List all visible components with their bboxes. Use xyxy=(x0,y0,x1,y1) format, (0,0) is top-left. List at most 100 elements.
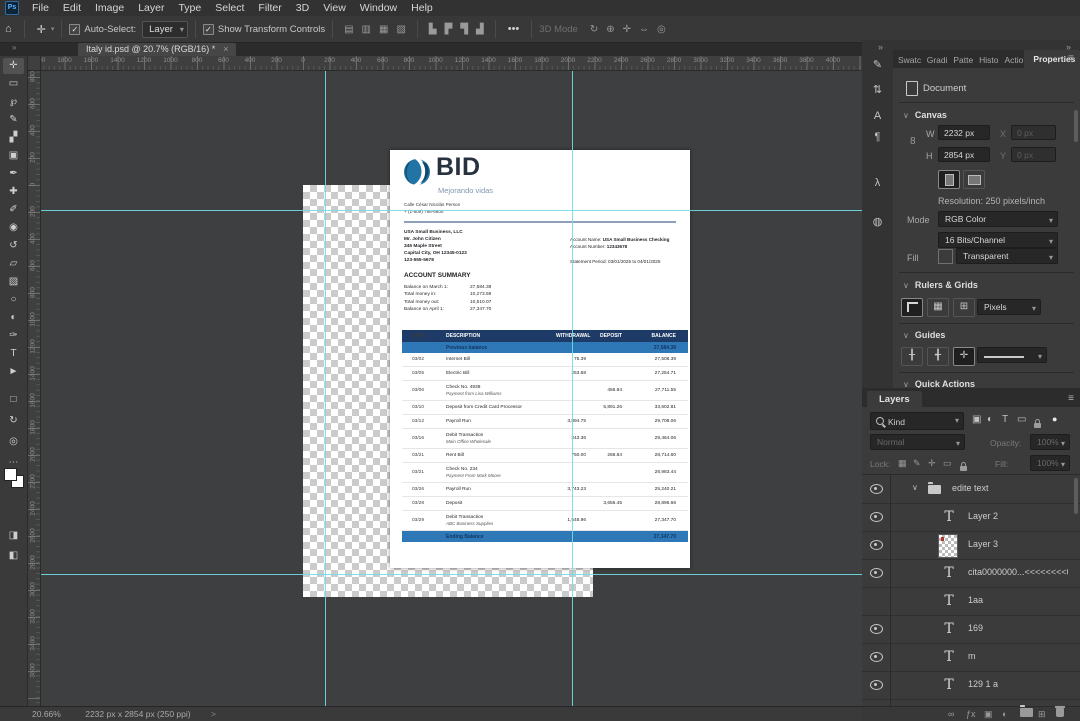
libraries-panel-icon[interactable]: ◍ xyxy=(862,215,893,228)
character-panel-icon[interactable]: A xyxy=(862,110,893,122)
close-tab-icon[interactable]: × xyxy=(223,44,228,54)
layer-row[interactable]: Tcita0000000...<<<<<<<<0 d xyxy=(862,559,1080,587)
lock-option-icon-0[interactable]: ▦ xyxy=(898,458,907,469)
menu-view[interactable]: View xyxy=(316,0,353,16)
align-icon-0[interactable]: ▤ xyxy=(340,24,357,35)
layer-row[interactable]: Tm xyxy=(862,643,1080,671)
visibility-toggle[interactable] xyxy=(862,531,891,559)
canvas-area[interactable]: BID Mejorando vidas Calle César Nicolás … xyxy=(40,70,862,706)
visibility-toggle[interactable] xyxy=(862,503,891,531)
vertical-guide[interactable] xyxy=(325,70,326,706)
vertical-ruler[interactable]: 800 600 400 200 0 200 400 600 800 1000 1200 1400 160… xyxy=(27,70,41,706)
layer-filter-dropdown[interactable]: Kind ▾ xyxy=(870,412,964,430)
rulers-grids-section-header[interactable]: Rulers & Grids xyxy=(903,280,978,290)
layer-mask-icon[interactable]: ▣ xyxy=(984,708,993,720)
tab-histo[interactable]: Histo xyxy=(974,55,999,68)
brush-tool-icon[interactable]: ✐ xyxy=(3,202,24,218)
foreground-color-swatch[interactable] xyxy=(4,468,17,481)
lock-option-icon-3[interactable]: ▭ xyxy=(943,458,952,469)
layer-row[interactable]: Layer 3 xyxy=(862,531,1080,559)
panel-menu-icon[interactable]: ≡ xyxy=(1068,393,1074,404)
filter-type-icon-1[interactable]: ◐ xyxy=(987,414,993,425)
color-swatches[interactable] xyxy=(4,468,24,488)
more-options-icon[interactable]: ••• xyxy=(503,23,525,35)
distribute-icon-3[interactable]: ▟ xyxy=(472,24,488,35)
horizontal-ruler[interactable]: 2000180016001400120010008006004002000200… xyxy=(27,56,862,71)
width-field[interactable]: 2232 px xyxy=(938,125,990,140)
lock-option-icon-2[interactable]: ✛ xyxy=(928,458,936,469)
tab-patte[interactable]: Patte xyxy=(948,55,974,68)
quick-mask-icon[interactable]: ◨ xyxy=(3,528,24,544)
menu-window[interactable]: Window xyxy=(353,0,404,16)
ruler-units-dropdown[interactable]: Pixels xyxy=(977,299,1041,316)
pen-tool-icon[interactable]: ✑ xyxy=(3,328,24,344)
eyedropper-tool-icon[interactable]: ✒ xyxy=(3,166,24,182)
distribute-icon-1[interactable]: ▛ xyxy=(441,24,457,35)
height-field[interactable]: 2854 px xyxy=(938,147,990,162)
layer-row[interactable]: T 169 xyxy=(862,615,1080,643)
layer-row[interactable]: T 1aa xyxy=(862,587,1080,615)
document-tab[interactable]: Italy id.psd @ 20.7% (RGB/16) * × xyxy=(78,42,237,56)
layer-row[interactable]: T 129 1 a xyxy=(862,671,1080,699)
crop-tool-icon[interactable]: ▞ xyxy=(3,130,24,146)
link-layers-icon[interactable]: ∞ xyxy=(948,708,954,720)
gradient-tool-icon[interactable]: ▨ xyxy=(3,274,24,290)
visibility-toggle[interactable] xyxy=(862,671,891,699)
distribute-icon-2[interactable]: ▜ xyxy=(456,24,472,35)
visibility-toggle[interactable] xyxy=(862,559,891,587)
align-icon-1[interactable]: ▥ xyxy=(358,24,375,35)
filter-type-icon-0[interactable]: ▣ xyxy=(972,414,981,425)
show-transform-checkbox[interactable] xyxy=(202,23,214,35)
horizontal-guide[interactable] xyxy=(40,574,862,575)
toolbar-collapse-icon[interactable]: » xyxy=(12,43,17,52)
layer-row[interactable]: ∨ edite text xyxy=(862,475,1080,503)
home-icon[interactable]: ⌂ xyxy=(0,23,17,35)
toggle-rulers-icon[interactable] xyxy=(901,298,923,317)
tab-actio[interactable]: Actio xyxy=(999,55,1024,68)
color-mode-dropdown[interactable]: RGB Color xyxy=(938,211,1058,228)
tab-swatc[interactable]: Swatc xyxy=(893,55,922,68)
status-options-arrow[interactable]: > xyxy=(211,709,216,719)
visibility-toggle[interactable] xyxy=(862,587,891,615)
frame-tool-icon[interactable]: ▣ xyxy=(3,148,24,164)
auto-select-checkbox[interactable] xyxy=(69,23,81,35)
visibility-toggle[interactable] xyxy=(862,643,891,671)
rotate-view-tool-icon[interactable]: ↻ xyxy=(3,413,24,429)
auto-select-target-dropdown[interactable]: Layer xyxy=(142,20,188,38)
history-brush-tool-icon[interactable]: ↺ xyxy=(3,238,24,254)
menu-file[interactable]: File xyxy=(25,0,56,16)
toggle-grid-icon[interactable]: ▦ xyxy=(927,298,949,317)
group-expand-icon[interactable]: ∨ xyxy=(912,483,918,492)
canvas-section-header[interactable]: Canvas xyxy=(903,110,947,120)
fill-dropdown[interactable]: Transparent xyxy=(956,248,1058,265)
lasso-tool-icon[interactable]: ℘ xyxy=(3,94,24,110)
portrait-orientation-button[interactable] xyxy=(938,170,960,189)
quick-selection-tool-icon[interactable]: ✎ xyxy=(3,112,24,128)
guide-option-icon-1[interactable]: ╉ xyxy=(927,347,949,366)
menu-3d[interactable]: 3D xyxy=(289,0,316,16)
panel-menu-icon[interactable]: ≡ xyxy=(1068,53,1074,64)
layers-tab[interactable]: Layers xyxy=(867,391,922,408)
guides-section-header[interactable]: Guides xyxy=(903,330,946,340)
move-tool-icon[interactable]: ✛ xyxy=(3,58,24,74)
clone-stamp-tool-icon[interactable]: ◉ xyxy=(3,220,24,236)
menu-edit[interactable]: Edit xyxy=(56,0,88,16)
guide-option-icon-2[interactable]: ✛ xyxy=(953,347,975,366)
path-select-tool-icon[interactable]: ► xyxy=(3,364,24,380)
bit-depth-dropdown[interactable]: 16 Bits/Channel xyxy=(938,232,1058,249)
move-tool-preset-icon[interactable]: ✛ xyxy=(32,23,51,36)
filter-toggle-icon[interactable]: ● xyxy=(1052,414,1057,424)
lock-option-icon-1[interactable]: ✎ xyxy=(913,458,921,469)
visibility-toggle[interactable] xyxy=(862,475,891,503)
horizontal-guide[interactable] xyxy=(40,210,862,211)
zoom-tool-icon[interactable]: ◎ xyxy=(3,434,24,450)
layer-effects-icon[interactable]: ƒx xyxy=(966,708,976,720)
visibility-toggle[interactable] xyxy=(862,615,891,643)
paragraph-panel-icon[interactable]: ¶ xyxy=(862,131,893,143)
screen-mode-icon[interactable]: ◧ xyxy=(3,548,24,564)
dodge-tool-icon[interactable]: ◐ xyxy=(3,310,24,326)
adjustment-layer-icon[interactable]: ◐ xyxy=(1002,708,1007,720)
new-layer-icon[interactable]: ⊞ xyxy=(1038,708,1046,720)
menu-layer[interactable]: Layer xyxy=(131,0,171,16)
tab-gradi[interactable]: Gradi xyxy=(922,55,949,68)
